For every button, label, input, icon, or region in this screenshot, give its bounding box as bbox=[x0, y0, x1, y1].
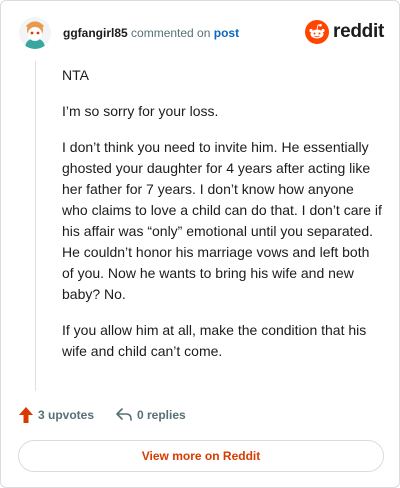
reply-count: 0 replies bbox=[137, 408, 186, 422]
comment-paragraph: I don’t think you need to invite him. He… bbox=[62, 139, 382, 302]
comment-body: NTA I’m so sorry for your loss. I don’t … bbox=[62, 65, 382, 377]
comment-meta: ggfangirl85 commented on post bbox=[63, 26, 239, 40]
upvote-arrow-icon bbox=[19, 407, 33, 423]
reddit-wordmark: reddit bbox=[333, 21, 384, 42]
comment-header: ggfangirl85 commented on post reddit bbox=[15, 15, 385, 51]
reddit-brand[interactable]: reddit bbox=[305, 20, 384, 46]
comment-paragraph: NTA bbox=[62, 67, 89, 83]
upvote-count: 3 upvotes bbox=[38, 408, 95, 422]
thread-line bbox=[35, 61, 36, 391]
comment-embed-card: ggfangirl85 commented on post reddit NTA… bbox=[0, 0, 400, 488]
reply-arrow-icon bbox=[116, 408, 132, 421]
view-more-button[interactable]: View more on Reddit bbox=[18, 440, 384, 472]
post-link[interactable]: post bbox=[214, 26, 239, 40]
comment-paragraph: I’m so sorry for your loss. bbox=[62, 103, 219, 119]
snoo-avatar-icon[interactable] bbox=[19, 17, 51, 49]
commented-on-text: commented on bbox=[127, 26, 214, 40]
reddit-logo-icon bbox=[305, 20, 329, 44]
comment-paragraph: If you allow him at all, make the condit… bbox=[62, 322, 367, 359]
username-link[interactable]: ggfangirl85 bbox=[63, 26, 128, 40]
